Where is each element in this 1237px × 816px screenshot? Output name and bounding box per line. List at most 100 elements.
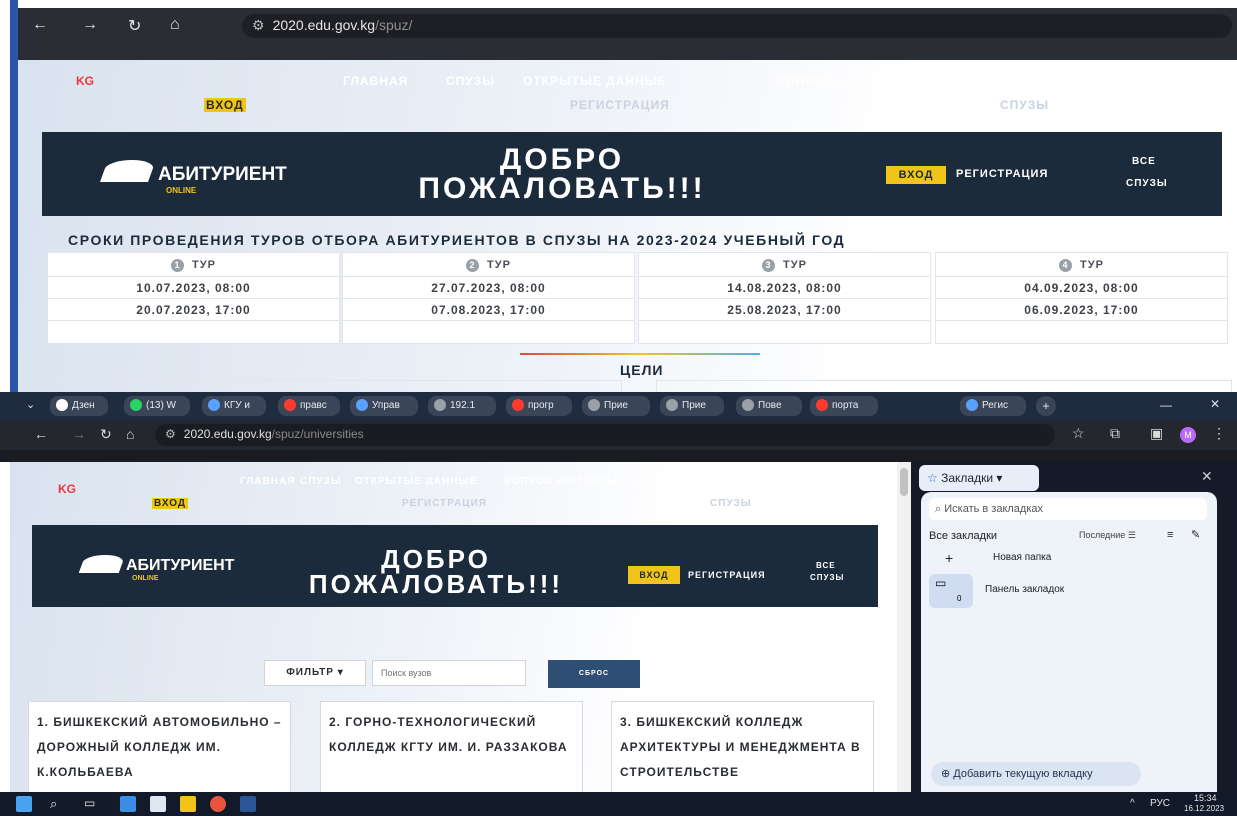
app-icon-1[interactable] — [120, 796, 136, 812]
tab-12[interactable]: Регис — [960, 396, 1026, 416]
sort-dropdown[interactable]: Последние ☰ — [1079, 530, 1136, 541]
tab-2[interactable]: (13) W — [124, 396, 190, 416]
tab-9[interactable]: Прие — [660, 396, 724, 416]
word-icon[interactable] — [240, 796, 256, 812]
brand-kg[interactable]: KG — [58, 482, 76, 496]
chrome-icon[interactable] — [210, 796, 226, 812]
university-name[interactable]: 2. ГОРНО-ТЕХНОЛОГИЧЕСКИЙ КОЛЛЕДЖ КГТУ ИМ… — [329, 710, 574, 760]
filter-icon: ☰ — [1127, 530, 1136, 540]
photos-icon[interactable] — [150, 796, 166, 812]
tab-6[interactable]: 192.1 — [428, 396, 496, 416]
scrollbar-thumb[interactable] — [900, 468, 908, 496]
nav-faq[interactable]: ВОПРОСЫ/ОТВЕТЫ — [504, 476, 618, 487]
add-current-tab-button[interactable]: ⊕ Добавить текущую вкладку — [931, 762, 1141, 786]
all-bookmarks-label: Все закладки — [929, 530, 998, 542]
forward-icon[interactable]: → — [82, 16, 98, 34]
reload-icon[interactable]: ↻ — [128, 16, 141, 36]
hero-all-link-1[interactable]: ВСЕ — [816, 561, 836, 570]
page-scrollbar[interactable] — [897, 462, 911, 792]
subnav-register[interactable]: РЕГИСТРАЦИЯ — [570, 98, 670, 112]
bookmark-star-icon[interactable]: ☆ — [1072, 425, 1085, 442]
tab-favicon — [966, 399, 978, 412]
bookmarks-bar-tile[interactable]: ▭ 0 — [929, 574, 973, 608]
top-address-bar[interactable]: ⚙ 2020.edu.gov.kg/spuz/ — [242, 14, 1232, 38]
nav-login[interactable]: ВХОД — [1168, 74, 1206, 88]
nav-register[interactable]: РЕГИСТРАЦИЯ — [638, 476, 723, 487]
nav-spuzy[interactable]: СПУЗЫ — [300, 476, 342, 487]
filter-dropdown[interactable]: ФИЛЬТР ▾ — [264, 660, 366, 686]
nav-faq[interactable]: ВОПРОСЫ/ОТВЕТЫ — [776, 74, 910, 88]
hero-register-link[interactable]: РЕГИСТРАЦИЯ — [956, 168, 1048, 180]
minimize-icon[interactable]: — — [1160, 398, 1172, 412]
extensions-icon[interactable]: ⧉ — [1110, 425, 1120, 442]
university-card-3[interactable]: 3. БИШКЕКСКИЙ КОЛЛЕДЖ АРХИТЕКТУРЫ И МЕНЕ… — [611, 701, 874, 792]
nav-open-data[interactable]: ОТКРЫТЫЕ ДАННЫЕ — [523, 74, 666, 88]
nav-home[interactable]: ГЛАВНАЯ — [343, 74, 408, 88]
site-info-icon[interactable]: ⚙ — [252, 17, 265, 33]
subnav-spuzy[interactable]: СПУЗЫ — [710, 498, 752, 509]
clock-time[interactable]: 15:34 — [1194, 793, 1217, 803]
university-card-2[interactable]: 2. ГОРНО-ТЕХНОЛОГИЧЕСКИЙ КОЛЛЕДЖ КГТУ ИМ… — [320, 701, 583, 792]
reset-button[interactable]: СБРОС — [548, 660, 640, 688]
hero-login-button[interactable]: ВХОД — [628, 566, 680, 584]
sidebar-icon[interactable]: ▣ — [1150, 425, 1163, 442]
nav-home[interactable]: ГЛАВНАЯ — [240, 476, 296, 487]
nav-register[interactable]: РЕГИСТРАЦИЯ — [1000, 74, 1100, 88]
back-icon[interactable]: ← — [34, 426, 48, 442]
subnav-spuzy[interactable]: СПУЗЫ — [1000, 98, 1049, 112]
brand-kg[interactable]: KG — [76, 74, 94, 88]
hero-all-link-2[interactable]: СПУЗЫ — [1126, 178, 1168, 189]
profile-avatar[interactable]: M — [1180, 427, 1196, 443]
back-icon[interactable]: ← — [32, 16, 48, 34]
site-info-icon[interactable]: ⚙ — [165, 427, 176, 441]
tab-10[interactable]: Пове — [736, 396, 802, 416]
forward-icon[interactable]: → — [72, 426, 86, 442]
tour-end: 20.07.2023, 17:00 — [48, 299, 339, 321]
window-close-icon[interactable]: ✕ — [1210, 397, 1220, 411]
start-icon[interactable] — [16, 796, 32, 812]
tour-start: 27.07.2023, 08:00 — [343, 277, 634, 299]
bottom-address-bar[interactable]: ⚙ 2020.edu.gov.kg/spuz/universities — [155, 424, 1055, 446]
store-icon[interactable] — [180, 796, 196, 812]
menu-icon[interactable]: ⋮ — [1212, 425, 1226, 442]
reload-icon[interactable]: ↻ — [100, 426, 112, 443]
university-card-1[interactable]: 1. БИШКЕКСКИЙ АВТОМОБИЛЬНО – ДОРОЖНЫЙ КО… — [28, 701, 291, 792]
tab-5[interactable]: Управ — [350, 396, 418, 416]
tray-chevron-icon[interactable]: ^ — [1130, 798, 1135, 809]
search-icon[interactable]: ⌕ — [50, 796, 57, 812]
tab-favicon — [816, 399, 828, 412]
edit-icon[interactable]: ✎ — [1191, 528, 1200, 541]
list-view-icon[interactable]: ≡ — [1167, 529, 1173, 541]
subnav-login[interactable]: ВХОД — [152, 498, 189, 509]
subnav-register[interactable]: РЕГИСТРАЦИЯ — [402, 498, 487, 509]
hero-all-link-2[interactable]: СПУЗЫ — [810, 573, 844, 582]
subnav-login[interactable]: ВХОД — [204, 98, 246, 112]
tab-7[interactable]: прогр — [506, 396, 572, 416]
tab-8[interactable]: Прие — [582, 396, 650, 416]
nav-spuzy[interactable]: СПУЗЫ — [446, 74, 495, 88]
new-tab-icon[interactable]: + — [1036, 396, 1056, 416]
tab-4[interactable]: правс — [278, 396, 340, 416]
close-icon[interactable]: ✕ — [1201, 468, 1213, 485]
university-name[interactable]: 3. БИШКЕКСКИЙ КОЛЛЕДЖ АРХИТЕКТУРЫ И МЕНЕ… — [620, 710, 865, 785]
home-icon[interactable]: ⌂ — [170, 16, 180, 34]
bookmarks-dropdown[interactable]: ☆ Закладки ▾ — [919, 465, 1039, 491]
hero-all-link-1[interactable]: ВСЕ — [1132, 156, 1156, 167]
nav-open-data[interactable]: ОТКРЫТЫЕ ДАННЫЕ — [355, 476, 477, 487]
home-icon[interactable]: ⌂ — [126, 426, 134, 442]
bookmarks-bar-label[interactable]: Панель закладок — [985, 584, 1064, 595]
hero-register-link[interactable]: РЕГИСТРАЦИЯ — [688, 570, 766, 580]
tour-start: 14.08.2023, 08:00 — [639, 277, 930, 299]
tab-3[interactable]: КГУ и — [202, 396, 266, 416]
tab-1[interactable]: Дзен — [50, 396, 108, 416]
tab-11[interactable]: порта — [810, 396, 878, 416]
university-name[interactable]: 1. БИШКЕКСКИЙ АВТОМОБИЛЬНО – ДОРОЖНЫЙ КО… — [37, 710, 282, 785]
task-view-icon[interactable]: ▭ — [84, 796, 95, 810]
input-language[interactable]: РУС — [1150, 798, 1170, 809]
tab-list-icon[interactable]: ⌄ — [26, 398, 35, 411]
nav-login[interactable]: ВХОД — [752, 476, 784, 487]
university-search-input[interactable] — [372, 660, 526, 686]
bookmarks-search[interactable]: ⌕ Искать в закладках — [929, 498, 1207, 520]
clock-date[interactable]: 16.12.2023 — [1184, 804, 1224, 813]
hero-login-button[interactable]: ВХОД — [886, 166, 946, 184]
